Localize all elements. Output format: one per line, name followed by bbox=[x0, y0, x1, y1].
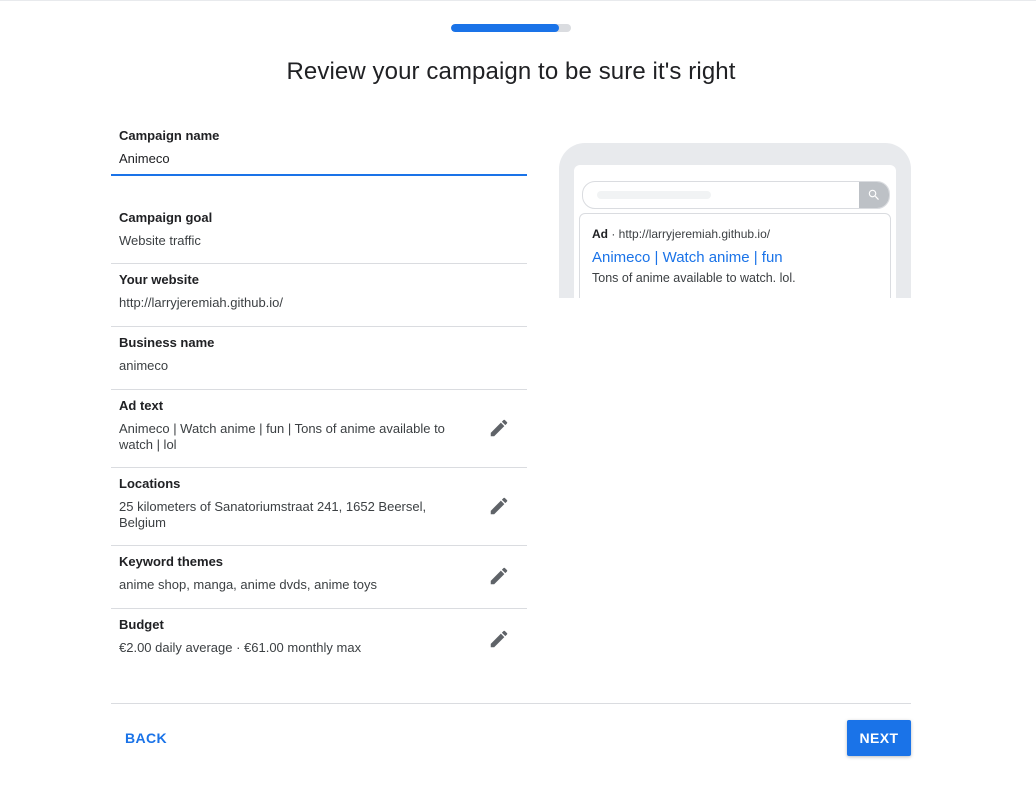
campaign-name-input[interactable] bbox=[119, 151, 519, 166]
summary-row-ad-text: Ad text Animeco | Watch anime | fun | To… bbox=[111, 390, 527, 468]
summary-row-locations: Locations 25 kilometers of Sanatoriumstr… bbox=[111, 468, 527, 546]
ad-description: Tons of anime available to watch. lol. bbox=[592, 271, 796, 285]
edit-ad-text-button[interactable] bbox=[487, 416, 511, 440]
summary-row-website: Your website http://larryjeremiah.github… bbox=[111, 264, 527, 327]
pencil-icon bbox=[490, 630, 508, 648]
summary-row-campaign-goal: Campaign goal Website traffic bbox=[111, 198, 527, 264]
ad-text-value: Animeco | Watch anime | fun | Tons of an… bbox=[119, 421, 445, 452]
ad-text-label: Ad text bbox=[119, 398, 164, 413]
keyword-themes-label: Keyword themes bbox=[119, 554, 224, 569]
summary-row-budget: Budget €2.00 daily average · €61.00 mont… bbox=[111, 609, 527, 672]
locations-value: 25 kilometers of Sanatoriumstraat 241, 1… bbox=[119, 499, 427, 530]
search-icon bbox=[868, 189, 879, 200]
campaign-review-form: Campaign name Campaign goal Website traf… bbox=[111, 118, 527, 655]
ad-url-line: Ad · http://larryjeremiah.github.io/ bbox=[592, 227, 770, 241]
ad-preview-phone: Ad · http://larryjeremiah.github.io/ Ani… bbox=[559, 143, 911, 298]
pencil-icon bbox=[490, 497, 508, 515]
campaign-name-field[interactable]: Campaign name bbox=[111, 118, 527, 176]
preview-search-button bbox=[859, 182, 889, 208]
pencil-icon bbox=[490, 567, 508, 585]
business-name-value: animeco bbox=[119, 358, 169, 373]
next-button[interactable]: NEXT bbox=[847, 720, 911, 756]
ad-preview-screen: Ad · http://larryjeremiah.github.io/ Ani… bbox=[574, 165, 896, 298]
keyword-themes-value: anime shop, manga, anime dvds, anime toy… bbox=[119, 577, 377, 592]
campaign-goal-label: Campaign goal bbox=[119, 210, 213, 225]
budget-value: €2.00 daily average · €61.00 monthly max bbox=[119, 640, 362, 655]
progress-fill bbox=[451, 24, 559, 32]
search-placeholder bbox=[597, 191, 711, 199]
back-button[interactable]: BACK bbox=[113, 720, 179, 756]
edit-keyword-themes-button[interactable] bbox=[487, 564, 511, 588]
edit-budget-button[interactable] bbox=[487, 627, 511, 651]
campaign-name-label: Campaign name bbox=[119, 128, 220, 143]
progress-bar bbox=[451, 24, 571, 32]
campaign-goal-value: Website traffic bbox=[119, 233, 201, 248]
footer-divider bbox=[111, 703, 911, 704]
business-name-label: Business name bbox=[119, 335, 215, 350]
budget-label: Budget bbox=[119, 617, 164, 632]
website-value: http://larryjeremiah.github.io/ bbox=[119, 295, 284, 310]
ad-headline: Animeco | Watch anime | fun bbox=[592, 249, 783, 266]
ad-display-url: · http://larryjeremiah.github.io/ bbox=[611, 227, 771, 241]
top-border bbox=[0, 0, 1036, 1]
edit-locations-button[interactable] bbox=[487, 494, 511, 518]
locations-label: Locations bbox=[119, 476, 181, 491]
preview-search-bar bbox=[582, 181, 890, 209]
pencil-icon bbox=[490, 419, 508, 437]
ad-preview-card: Ad · http://larryjeremiah.github.io/ Ani… bbox=[579, 213, 891, 298]
summary-row-business-name: Business name animeco bbox=[111, 327, 527, 390]
ad-badge: Ad bbox=[592, 227, 608, 241]
summary-row-keyword-themes: Keyword themes anime shop, manga, anime … bbox=[111, 546, 527, 609]
page-title: Review your campaign to be sure it's rig… bbox=[286, 58, 736, 85]
website-label: Your website bbox=[119, 272, 199, 287]
